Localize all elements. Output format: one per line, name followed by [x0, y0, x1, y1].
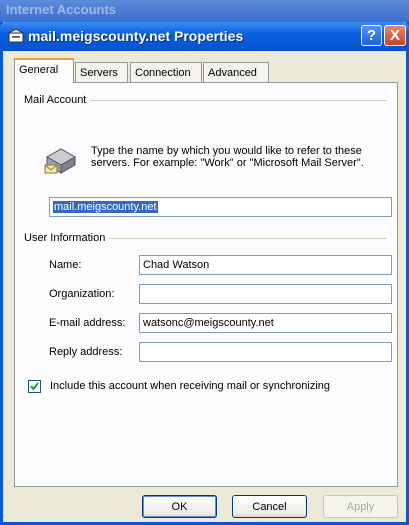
cancel-button[interactable]: Cancel [232, 495, 307, 518]
mail-server-icon [44, 148, 77, 174]
name-field[interactable]: Chad Watson [139, 255, 392, 275]
reply-label: Reply address: [49, 346, 123, 358]
include-account-checkbox[interactable] [28, 380, 41, 393]
ok-button[interactable]: OK [142, 495, 217, 518]
organization-field[interactable] [139, 284, 392, 304]
tab-connection[interactable]: Connection [130, 62, 202, 82]
include-account-label[interactable]: Include this account when receiving mail… [50, 380, 330, 392]
properties-dialog: mail.meigscounty.net Properties ? X Gene… [0, 22, 409, 525]
apply-button[interactable]: Apply [323, 495, 398, 518]
general-tab-panel: Mail Account Type the name by which you … [14, 82, 398, 487]
dialog-title: mail.meigscounty.net Properties [28, 28, 244, 44]
help-button[interactable]: ? [361, 25, 382, 46]
name-label: Name: [49, 259, 82, 271]
close-button[interactable]: X [384, 25, 406, 46]
email-label: E-mail address: [49, 317, 126, 329]
organization-label: Organization: [49, 288, 115, 300]
user-info-group-label: User Information [24, 232, 110, 244]
email-field[interactable]: watsonc@meigscounty.net [139, 313, 392, 333]
reply-address-field[interactable] [139, 342, 392, 362]
account-name-field[interactable]: mail.meigscounty.net [49, 197, 392, 217]
tab-general[interactable]: General [14, 58, 74, 83]
tab-servers[interactable]: Servers [75, 62, 128, 82]
checkmark-icon [30, 382, 39, 391]
account-icon [8, 29, 24, 43]
dialog-titlebar[interactable]: mail.meigscounty.net Properties ? X [0, 22, 409, 51]
account-name-value: mail.meigscounty.net [53, 201, 158, 213]
mail-account-description: Type the name by which you would like to… [91, 145, 364, 169]
background-window-titlebar: Internet Accounts [0, 0, 409, 22]
background-window-title: Internet Accounts [6, 2, 117, 17]
mail-account-group-label: Mail Account [24, 94, 91, 106]
tab-advanced[interactable]: Advanced [203, 62, 269, 82]
